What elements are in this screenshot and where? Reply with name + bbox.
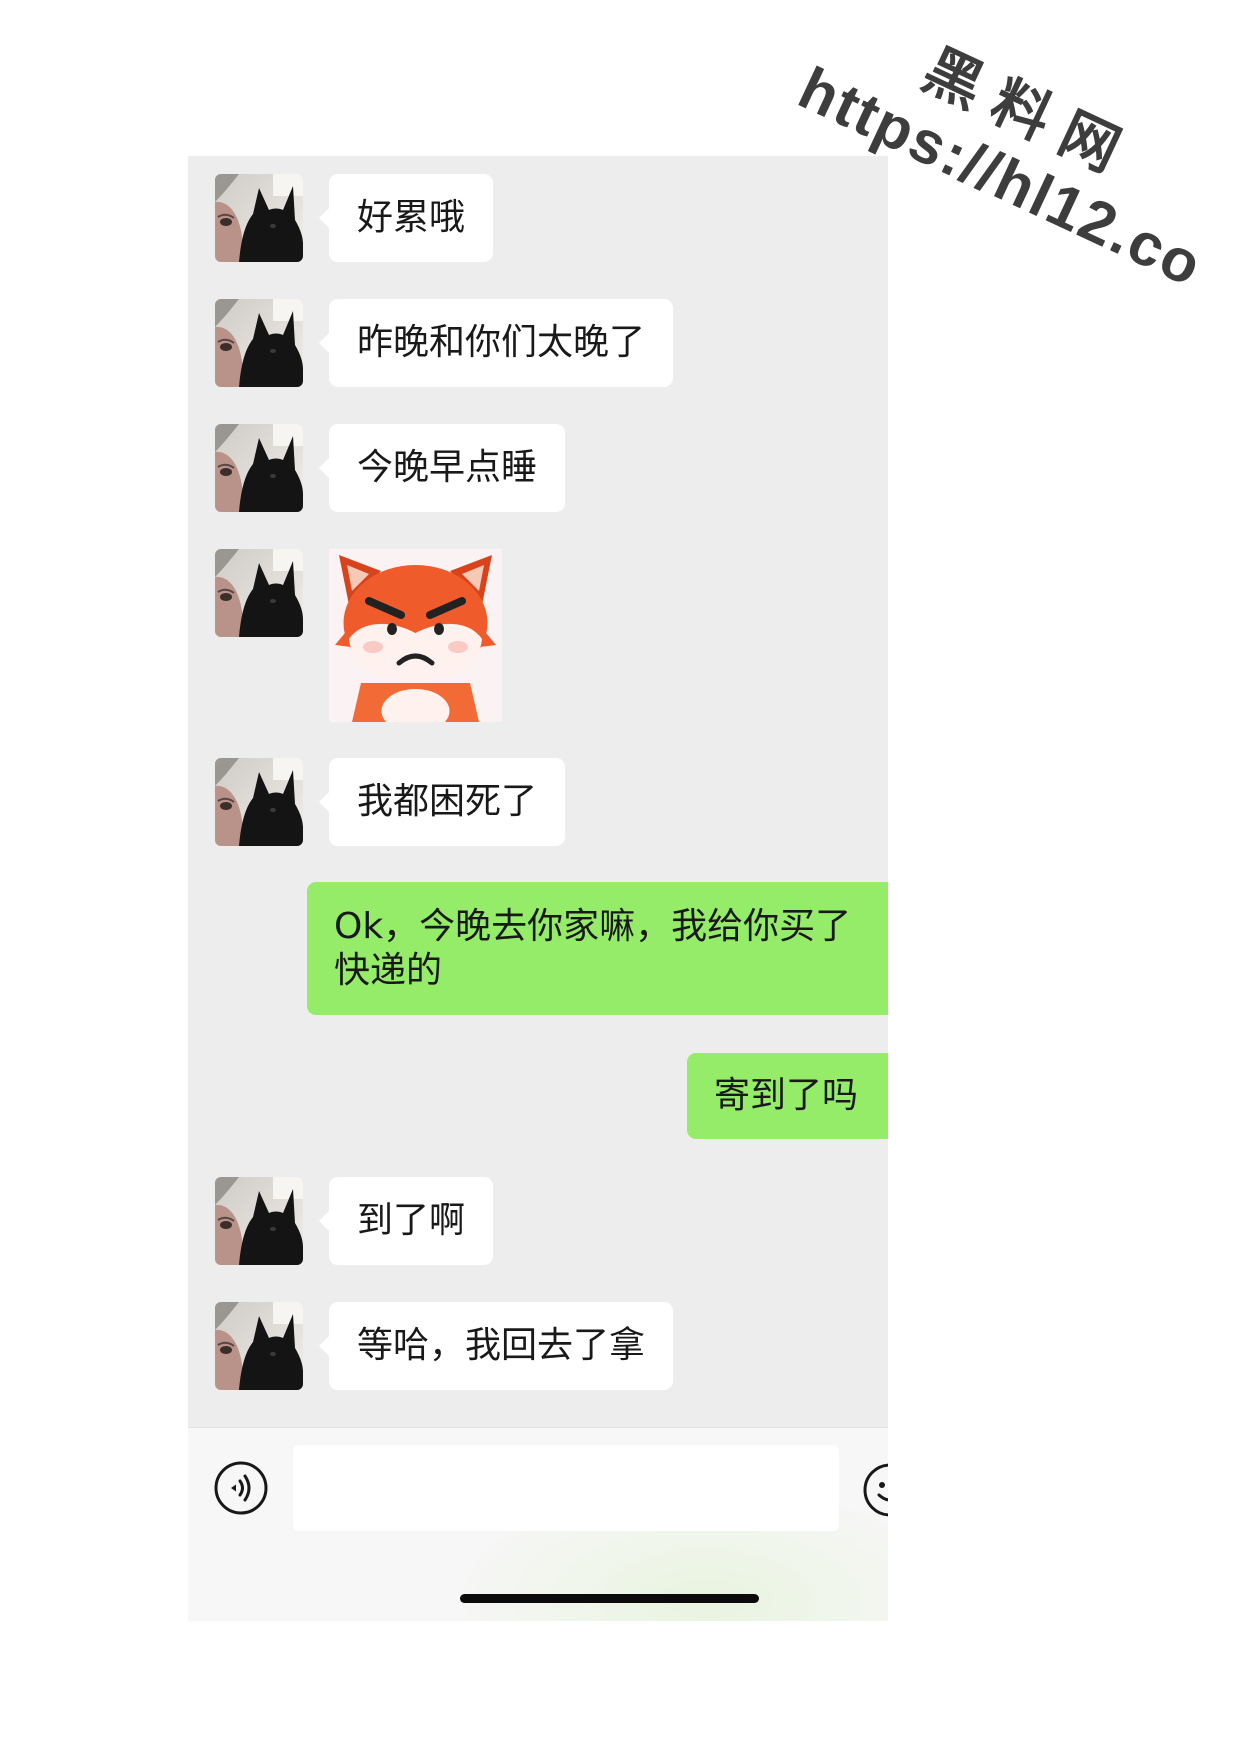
message-text: 我都困死了 (357, 781, 538, 822)
message-row: 寄到了吗 (188, 1053, 888, 1139)
incoming-message-bubble[interactable]: 到了啊 (318, 1177, 494, 1265)
avatar[interactable] (215, 1177, 303, 1265)
message-text: 今晚早点睡 (357, 447, 538, 488)
message-text: 等哈，我回去了拿 (357, 1325, 646, 1366)
emoji-icon[interactable] (863, 1463, 888, 1517)
incoming-message-bubble[interactable]: 我都困死了 (318, 758, 566, 846)
message-row: 好累哦 (188, 174, 888, 262)
incoming-message-bubble[interactable]: 好累哦 (318, 174, 494, 262)
chat-panel: 好累哦 昨晚和你们太晚了 今晚早点睡 我都困死了 Ok，今晚去你家嘛，我给你买了… (188, 156, 888, 1621)
incoming-message-bubble[interactable]: 今晚早点睡 (318, 424, 566, 512)
message-row: 等哈，我回去了拿 (188, 1302, 888, 1390)
message-text: 到了啊 (357, 1200, 466, 1241)
message-row: 昨晚和你们太晚了 (188, 299, 888, 387)
avatar[interactable] (215, 758, 303, 846)
message-row (188, 549, 888, 722)
message-input[interactable] (293, 1445, 839, 1531)
message-text: 昨晚和你们太晚了 (357, 322, 646, 363)
angry-fox-sticker[interactable] (329, 549, 502, 722)
message-row: 到了啊 (188, 1177, 888, 1265)
avatar[interactable] (215, 549, 303, 637)
input-bar (188, 1427, 888, 1621)
message-text: 好累哦 (357, 197, 466, 238)
avatar[interactable] (215, 174, 303, 262)
incoming-message-bubble[interactable]: 等哈，我回去了拿 (318, 1302, 674, 1390)
incoming-message-bubble[interactable]: 昨晚和你们太晚了 (318, 299, 674, 387)
message-text: 寄到了吗 (713, 1075, 858, 1116)
message-row: 我都困死了 (188, 758, 888, 846)
message-text: Ok，今晚去你家嘛，我给你买了快递的 (334, 906, 852, 991)
outgoing-message-bubble[interactable]: 寄到了吗 (686, 1053, 888, 1139)
voice-icon[interactable] (214, 1461, 268, 1515)
avatar[interactable] (215, 1302, 303, 1390)
message-row: 今晚早点睡 (188, 424, 888, 512)
outgoing-message-bubble[interactable]: Ok，今晚去你家嘛，我给你买了快递的 (307, 882, 888, 1015)
home-indicator[interactable] (460, 1594, 759, 1603)
avatar[interactable] (215, 424, 303, 512)
avatar[interactable] (215, 299, 303, 387)
message-row: Ok，今晚去你家嘛，我给你买了快递的 (188, 882, 888, 1015)
